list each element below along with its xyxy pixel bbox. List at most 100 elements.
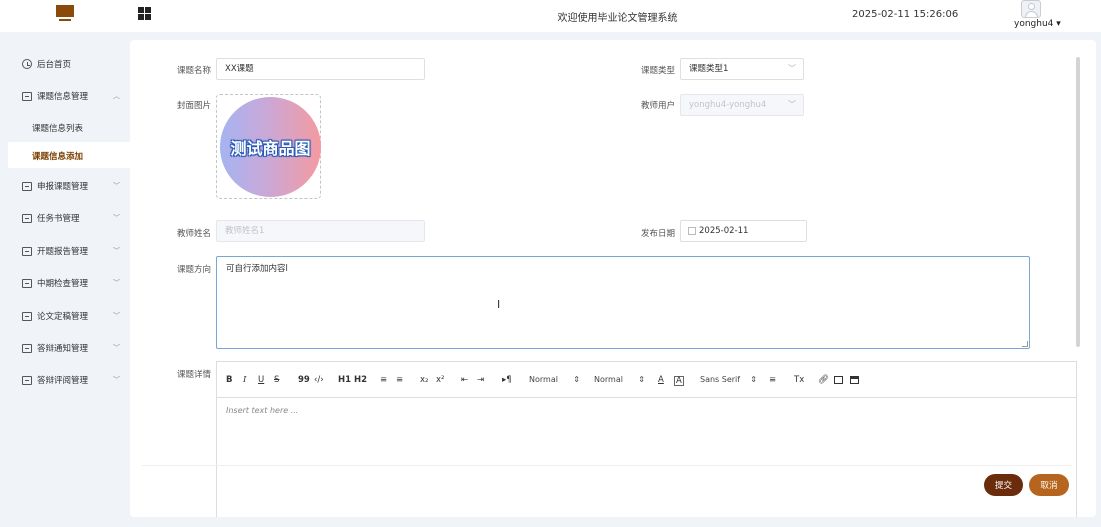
caret-down-icon: ▾	[1053, 19, 1061, 29]
sidebar-item-label: 课题信息列表	[32, 124, 84, 134]
editor-placeholder: Insert text here ...	[226, 406, 299, 415]
blockquote-button[interactable]: 99	[298, 375, 310, 385]
size-select-1-value: Normal	[529, 375, 558, 384]
topic-direction-textarea[interactable]: 可自行添加内容l	[216, 256, 1030, 349]
cover-image: 测试商品图	[220, 97, 321, 197]
sidebar-item-defense-notice[interactable]: 答辩通知管理 ﹀	[0, 335, 130, 361]
font-select[interactable]: Sans Serif ⇕	[700, 375, 757, 384]
editor-toolbar: B I U S 99 ‹/› H1 H2 ≡ ≡ x₂ x² ⇤ ⇥ ▸¶ No…	[217, 362, 1076, 398]
teacher-name-input: 教师姓名1	[216, 220, 425, 242]
box-icon	[22, 375, 32, 385]
avatar[interactable]	[1021, 0, 1041, 18]
superscript-button[interactable]: x²	[436, 375, 444, 385]
indent-button[interactable]: ⇥	[477, 375, 484, 385]
chevron-down-icon: ﹀	[113, 312, 120, 320]
sidebar-item-label: 课题信息管理	[37, 92, 89, 102]
italic-button[interactable]: I	[243, 375, 246, 385]
scrollbar[interactable]	[1076, 57, 1080, 347]
chevron-down-icon: ﹀	[788, 100, 796, 109]
topic-detail-label: 课题详情	[177, 370, 212, 380]
h2-button[interactable]: H2	[354, 375, 367, 385]
sidebar-item-topic-info[interactable]: 课题信息管理 ︿	[0, 83, 130, 109]
chevron-up-icon: ︿	[113, 92, 120, 100]
publish-date-picker[interactable]: 2025-02-11	[680, 220, 807, 242]
topic-name-label: 课题名称	[177, 66, 212, 76]
align-button[interactable]: ≡	[769, 375, 776, 385]
box-icon	[22, 213, 32, 223]
box-icon	[22, 246, 32, 256]
chevron-down-icon: ﹀	[113, 344, 120, 352]
sidebar-item-label: 答辩通知管理	[37, 344, 89, 354]
chevron-down-icon: ﹀	[113, 182, 120, 190]
topic-name-input[interactable]: XX课题	[216, 58, 425, 80]
outdent-button[interactable]: ⇤	[461, 375, 468, 385]
size-select-2[interactable]: Normal ⇕	[594, 375, 645, 384]
chevron-down-icon: ﹀	[113, 247, 120, 255]
sidebar-item-label: 论文定稿管理	[37, 312, 89, 322]
clean-format-button[interactable]: Tx	[794, 375, 804, 385]
topic-type-select[interactable]: 课题类型1 ﹀	[680, 58, 804, 80]
font-color-button[interactable]: A	[658, 375, 664, 385]
h1-button[interactable]: H1	[338, 375, 351, 385]
sidebar-item-defense-review[interactable]: 答辩评阅管理 ﹀	[0, 367, 130, 393]
topic-type-label: 课题类型	[641, 66, 676, 76]
bullet-list-button[interactable]: ≡	[396, 375, 403, 385]
chevron-down-icon: ﹀	[113, 279, 120, 287]
strike-button[interactable]: S	[274, 375, 279, 385]
sidebar-item-task-book[interactable]: 任务书管理 ﹀	[0, 205, 130, 231]
teacher-user-label: 教师用户	[641, 101, 676, 111]
sidebar-item-midterm[interactable]: 中期检查管理 ﹀	[0, 270, 130, 296]
sidebar-item-label: 任务书管理	[37, 214, 80, 224]
teacher-user-value: yonghu4-yonghu4	[689, 100, 767, 110]
sidebar-item-home[interactable]: 后台首页	[0, 51, 130, 77]
sidebar-item-label: 课题信息添加	[32, 152, 84, 162]
size-select-1[interactable]: Normal ⇕	[529, 375, 580, 384]
chevron-down-icon: ﹀	[788, 64, 796, 73]
topic-direction-label: 课题方向	[177, 265, 212, 275]
sidebar-subitem-topic-list[interactable]: 课题信息列表	[0, 114, 130, 140]
calendar-icon	[688, 227, 696, 235]
user-menu[interactable]: yonghu4 ▾	[1014, 19, 1061, 29]
divider	[142, 465, 1072, 466]
underline-button[interactable]: U	[258, 375, 264, 385]
cover-image-uploader[interactable]: 测试商品图	[216, 94, 321, 199]
sidebar: 后台首页 课题信息管理 ︿ 课题信息列表 课题信息添加 申报课题管理 ﹀ 任务书…	[0, 40, 130, 520]
box-icon	[22, 278, 32, 288]
box-icon	[22, 91, 32, 101]
chevron-down-icon: ﹀	[113, 214, 120, 222]
size-select-2-value: Normal	[594, 375, 623, 384]
current-datetime: 2025-02-11 15:26:06	[852, 9, 959, 20]
image-icon[interactable]	[834, 376, 843, 384]
form-panel: 课题名称 XX课题 课题类型 课题类型1 ﹀ 封面图片 测试商品图 教师用户 y…	[130, 40, 1096, 517]
background-color-button[interactable]: A	[674, 376, 684, 386]
clock-icon	[22, 59, 32, 69]
sidebar-item-final-paper[interactable]: 论文定稿管理 ﹀	[0, 303, 130, 329]
sidebar-item-apply-topic[interactable]: 申报课题管理 ﹀	[0, 173, 130, 199]
sidebar-subitem-topic-add[interactable]: 课题信息添加	[8, 142, 130, 168]
resize-handle[interactable]	[1022, 341, 1028, 347]
text-direction-button[interactable]: ▸¶	[502, 375, 512, 385]
bold-button[interactable]: B	[226, 375, 232, 385]
username-label: yonghu4	[1014, 19, 1054, 29]
rich-text-editor[interactable]: B I U S 99 ‹/› H1 H2 ≡ ≡ x₂ x² ⇤ ⇥ ▸¶ No…	[216, 361, 1077, 517]
cover-image-label: 封面图片	[177, 101, 212, 111]
sidebar-item-label: 开题报告管理	[37, 247, 89, 257]
publish-date-value: 2025-02-11	[699, 226, 749, 236]
video-icon[interactable]	[850, 376, 859, 384]
sidebar-item-label: 后台首页	[37, 60, 72, 70]
box-icon	[22, 311, 32, 321]
sidebar-item-label: 答辩评阅管理	[37, 376, 89, 386]
text-cursor-icon: I	[497, 298, 501, 311]
publish-date-label: 发布日期	[641, 229, 676, 239]
sidebar-item-proposal[interactable]: 开题报告管理 ﹀	[0, 238, 130, 264]
link-icon[interactable]: 🔗︎	[818, 375, 829, 385]
chevron-down-icon: ﹀	[113, 376, 120, 384]
teacher-user-select: yonghu4-yonghu4 ﹀	[680, 94, 804, 116]
subscript-button[interactable]: x₂	[420, 375, 428, 385]
submit-button[interactable]: 提交	[984, 474, 1023, 496]
sidebar-item-label: 申报课题管理	[37, 182, 89, 192]
ordered-list-button[interactable]: ≡	[380, 375, 387, 385]
code-block-button[interactable]: ‹/›	[314, 375, 324, 385]
cancel-button[interactable]: 取消	[1029, 474, 1069, 496]
font-select-value: Sans Serif	[700, 375, 741, 384]
